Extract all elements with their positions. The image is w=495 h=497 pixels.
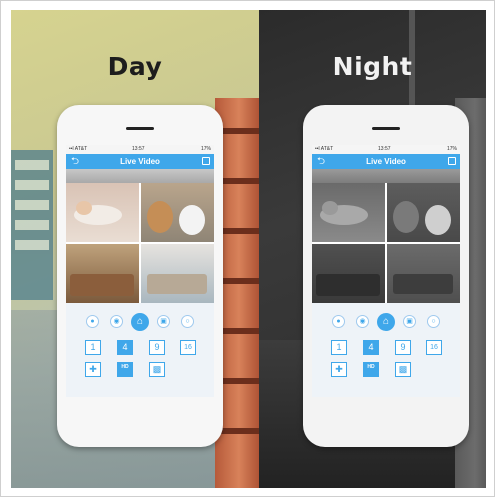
speaker-icon[interactable]: ◉ bbox=[110, 315, 123, 328]
speaker-icon[interactable]: ◉ bbox=[356, 315, 369, 328]
day-panel: Day ••l AT&T 13:57 17% ⮌ Live Video ● ◉ … bbox=[11, 10, 259, 488]
app-screen: ••l AT&T 13:57 17% ⮌ Live Video ● ◉ ⌂ ▣ … bbox=[66, 145, 214, 397]
grid-4-button[interactable]: 4 bbox=[363, 340, 379, 355]
battery-label: 17% bbox=[200, 146, 211, 152]
panel-title: Day bbox=[107, 52, 163, 81]
camera-grid bbox=[66, 183, 214, 303]
camera-grid bbox=[312, 183, 460, 303]
camera-feed-pets[interactable] bbox=[387, 183, 460, 242]
snapshot-icon[interactable]: ▩ bbox=[149, 362, 165, 377]
camera-feed-room[interactable] bbox=[66, 244, 139, 303]
control-row: ● ◉ ⌂ ▣ ○ bbox=[312, 313, 460, 331]
clock-label: 13:57 bbox=[132, 146, 145, 152]
carrier-label: ••l AT&T bbox=[315, 146, 334, 152]
grid-4-button[interactable]: 4 bbox=[117, 340, 133, 355]
fullscreen-icon[interactable] bbox=[202, 157, 210, 165]
record-icon[interactable]: ○ bbox=[427, 315, 440, 328]
camera-feed-baby[interactable] bbox=[312, 183, 385, 242]
grid-9-button[interactable]: 9 bbox=[395, 340, 411, 355]
hd-button[interactable]: HD bbox=[117, 362, 133, 377]
camera-feed-living[interactable] bbox=[387, 244, 460, 303]
clock-label: 13:57 bbox=[378, 146, 391, 152]
status-bar: ••l AT&T 13:57 17% bbox=[66, 145, 214, 154]
nav-bar: ⮌ Live Video bbox=[312, 154, 460, 169]
camera-feed-pets[interactable] bbox=[141, 183, 214, 242]
status-bar: ••l AT&T 13:57 17% bbox=[312, 145, 460, 154]
home-icon[interactable]: ⌂ bbox=[131, 313, 149, 331]
background-building bbox=[11, 150, 53, 300]
battery-label: 17% bbox=[446, 146, 457, 152]
control-panel: ● ◉ ⌂ ▣ ○ 1 4 9 16 ✚ HD ▩ bbox=[66, 303, 214, 397]
speaker-grille bbox=[372, 127, 400, 130]
hd-button[interactable]: HD bbox=[363, 362, 379, 377]
image-frame: Day ••l AT&T 13:57 17% ⮌ Live Video ● ◉ … bbox=[0, 0, 495, 497]
grid-16-button[interactable]: 16 bbox=[180, 340, 196, 355]
ptz-icon[interactable]: ✚ bbox=[331, 362, 347, 377]
phone-mockup: ••l AT&T 13:57 17% ⮌ Live Video ● ◉ ⌂ ▣ … bbox=[303, 105, 469, 447]
fullscreen-icon[interactable] bbox=[448, 157, 456, 165]
nav-bar: ⮌ Live Video bbox=[66, 154, 214, 169]
mic-icon[interactable]: ● bbox=[86, 315, 99, 328]
panel-title: Night bbox=[332, 52, 413, 81]
camera-feed-living[interactable] bbox=[141, 244, 214, 303]
snapshot-icon[interactable]: ▩ bbox=[395, 362, 411, 377]
ptz-icon[interactable]: ✚ bbox=[85, 362, 101, 377]
app-screen: ••l AT&T 13:57 17% ⮌ Live Video ● ◉ ⌂ ▣ … bbox=[312, 145, 460, 397]
toolbar-band bbox=[66, 169, 214, 183]
toolbar-band bbox=[312, 169, 460, 183]
home-icon[interactable]: ⌂ bbox=[377, 313, 395, 331]
grid-16-button[interactable]: 16 bbox=[426, 340, 442, 355]
camera-feed-baby[interactable] bbox=[66, 183, 139, 242]
grid-1-button[interactable]: 1 bbox=[331, 340, 347, 355]
mic-icon[interactable]: ● bbox=[332, 315, 345, 328]
phone-mockup: ••l AT&T 13:57 17% ⮌ Live Video ● ◉ ⌂ ▣ … bbox=[57, 105, 223, 447]
control-row: ● ◉ ⌂ ▣ ○ bbox=[66, 313, 214, 331]
carrier-label: ••l AT&T bbox=[69, 146, 88, 152]
grid-9-button[interactable]: 9 bbox=[149, 340, 165, 355]
record-icon[interactable]: ○ bbox=[181, 315, 194, 328]
night-panel: Night ••l AT&T 13:57 17% ⮌ Live Video ● … bbox=[259, 10, 486, 488]
grid-1-button[interactable]: 1 bbox=[85, 340, 101, 355]
speaker-grille bbox=[126, 127, 154, 130]
camera-icon[interactable]: ▣ bbox=[403, 315, 416, 328]
screen-title: Live Video bbox=[120, 157, 160, 166]
control-panel: ● ◉ ⌂ ▣ ○ 1 4 9 16 ✚ HD ▩ bbox=[312, 303, 460, 397]
screen-title: Live Video bbox=[366, 157, 406, 166]
camera-icon[interactable]: ▣ bbox=[157, 315, 170, 328]
camera-feed-room[interactable] bbox=[312, 244, 385, 303]
